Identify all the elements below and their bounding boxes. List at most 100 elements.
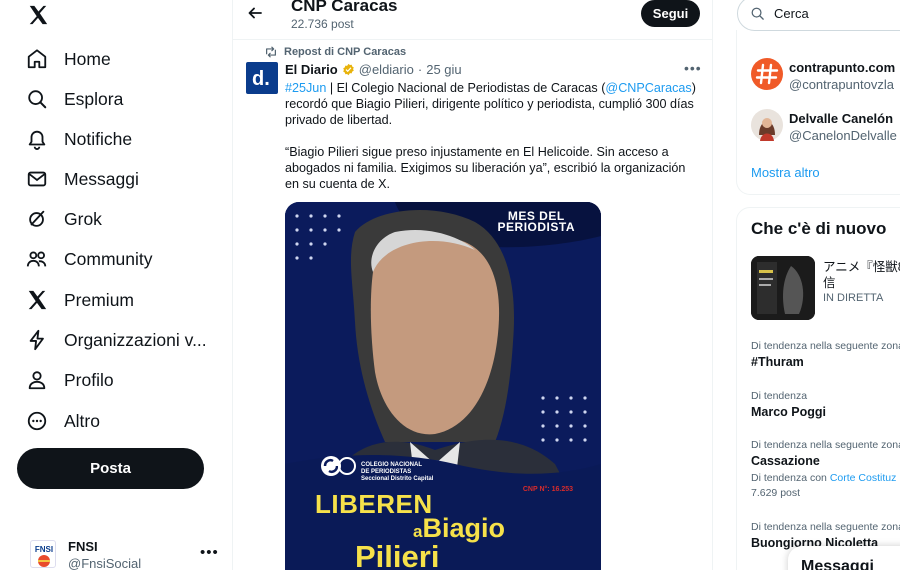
whats-new-title: Che c'è di nuovo [751, 219, 887, 238]
nav-premium[interactable]: Premium [26, 283, 134, 317]
repost-indicator: Repost di CNP Caracas [264, 45, 406, 59]
tweet-author-handle[interactable]: @eldiario [359, 62, 414, 77]
back-arrow-icon[interactable] [247, 5, 263, 21]
nav-notifications-label: Notifiche [64, 128, 133, 149]
more-circle-icon [27, 411, 47, 431]
trend-context: Di tendenza nella seguente zona [751, 340, 900, 352]
account-handle: @FnsiSocial [68, 556, 142, 570]
search-placeholder: Cerca [774, 6, 809, 21]
account-name: FNSI [68, 539, 98, 554]
mention-link[interactable]: @CNPCaracas [605, 81, 691, 95]
poster-banner: MES DEL PERIODISTA [497, 210, 575, 234]
poster-banner-line2: PERIODISTA [497, 220, 575, 234]
grok-icon [29, 210, 45, 227]
tweet-date[interactable]: 25 giu [426, 62, 461, 77]
right-sidebar: Cerca contrapunto.com @contrapuntovzla D… [713, 0, 900, 570]
post-count: 22.736 post [291, 17, 354, 31]
tweet-text: #25Jun | El Colegio Nacional de Periodis… [285, 80, 697, 192]
poster-cnp-number: CNP N°: 16.253 [522, 486, 573, 493]
live-event-title-line1: アニメ『怪獣8 [823, 260, 900, 274]
page-title: CNP Caracas [291, 0, 398, 15]
x-logo-icon[interactable] [26, 4, 50, 26]
trend-context: Di tendenza [751, 390, 808, 402]
nav-profile-label: Profilo [64, 369, 114, 390]
nav-premium-label: Premium [64, 289, 135, 310]
home-icon [27, 49, 47, 69]
hashtag-link[interactable]: #25Jun [285, 81, 326, 95]
avatar-text: FNSI [35, 545, 53, 554]
account-switcher[interactable]: FNSI FNSI @FnsiSocial ••• [26, 536, 226, 570]
envelope-icon [27, 171, 47, 187]
main-column: CNP Caracas 22.736 post Segui Repost di … [232, 0, 713, 570]
tweet-more-icon[interactable]: ••• [684, 60, 702, 76]
trend-related-link[interactable]: Corte Costituz [830, 472, 897, 484]
nav-organizations[interactable]: Organizzazioni v... [26, 323, 207, 357]
nav-explore-label: Esplora [64, 88, 124, 109]
nav-grok-label: Grok [64, 208, 102, 229]
profile-header: CNP Caracas 22.736 post Segui [233, 0, 712, 40]
nav-more[interactable]: Altro [26, 404, 100, 438]
search-icon [751, 7, 764, 20]
verified-badge-icon [342, 63, 354, 76]
follow-button[interactable]: Segui [641, 0, 700, 27]
poster-logo-text: COLEGIO NACIONAL DE PERIODISTAS Secciona… [361, 462, 433, 483]
tweet-paragraph: “Biagio Pilieri sigue preso injustamente… [285, 145, 686, 191]
lightning-icon [29, 329, 44, 351]
who-to-follow-name: contrapunto.com [789, 60, 896, 75]
x-logo-icon [28, 290, 47, 310]
nav-grok[interactable]: Grok [26, 202, 102, 236]
trend-item[interactable]: Di tendenza nella seguente zona Cassazio… [751, 439, 900, 499]
messages-drawer[interactable]: Messaggi [788, 546, 900, 570]
nav-home-label: Home [64, 48, 111, 69]
people-icon [26, 251, 47, 267]
bell-icon [28, 130, 46, 150]
live-status-badge: IN DIRETTA [823, 292, 884, 304]
who-to-follow-name: Delvalle Canelón [789, 111, 894, 126]
live-event-thumbnail[interactable] [751, 256, 815, 320]
live-event-title[interactable]: アニメ『怪獣8 信 [823, 259, 900, 291]
poster-logo-line3: Seccional Distrito Capital [361, 476, 434, 482]
trend-name: Marco Poggi [751, 405, 827, 419]
who-to-follow-handle: @CanelonDelvalle [789, 128, 897, 143]
who-to-follow-item[interactable]: Delvalle Canelón @CanelonDelvalle [751, 109, 900, 149]
nav-home[interactable]: Home [26, 42, 111, 76]
left-sidebar: Home Esplora Notifiche Messaggi Grok Com… [0, 0, 232, 570]
nav-community[interactable]: Community [26, 242, 153, 276]
nav-messages[interactable]: Messaggi [26, 162, 139, 196]
live-event-title-line2: 信 [823, 276, 836, 290]
trend-post-count: 7.629 post [751, 487, 801, 499]
separator-dot: · [417, 62, 423, 77]
nav-notifications[interactable]: Notifiche [26, 122, 132, 156]
repost-label: Repost di CNP Caracas [284, 46, 407, 58]
poster-logo-line2: DE PERIODISTAS [361, 469, 412, 475]
trend-related-prefix: Di tendenza con [751, 472, 830, 484]
show-more-link[interactable]: Mostra altro [751, 165, 820, 180]
trend-item[interactable]: Di tendenza nella seguente zona #Thuram [751, 340, 900, 369]
poster-logo-line1: COLEGIO NACIONAL [361, 462, 422, 468]
whats-new-card: Che c'è di nuovo アニメ『怪獣8 信 IN DIRETTA Di… [736, 207, 900, 570]
nav-explore[interactable]: Esplora [26, 82, 123, 116]
nav-community-label: Community [64, 248, 153, 269]
post-button[interactable]: Posta [17, 448, 204, 489]
more-options-icon[interactable]: ••• [200, 544, 219, 561]
trend-context: Di tendenza nella seguente zona [751, 521, 900, 533]
person-icon [28, 371, 46, 390]
tweet-media-image[interactable]: MES DEL PERIODISTA COLEGIO NACIONAL DE P… [285, 202, 601, 570]
messages-drawer-label: Messaggi [801, 558, 874, 570]
trend-item[interactable]: Di tendenza Marco Poggi [751, 390, 900, 419]
tweet-text-part: | El Colegio Nacional de Periodistas de … [326, 81, 606, 95]
trend-context: Di tendenza nella seguente zona [751, 439, 900, 451]
trend-related: Di tendenza con Corte Costituz [751, 472, 900, 484]
poster-headline-line3: Pilieri [355, 539, 440, 570]
nav-profile[interactable]: Profilo [26, 363, 114, 397]
tweet-author-name[interactable]: El Diario [285, 62, 338, 77]
tweet-header: El Diario @eldiario · 25 giu [285, 62, 462, 77]
who-to-follow-card: contrapunto.com @contrapuntovzla Delvall… [736, 30, 900, 195]
avatar [751, 109, 783, 141]
search-input[interactable]: Cerca [737, 0, 900, 31]
avatar: FNSI [30, 540, 56, 568]
repost-icon [266, 46, 276, 58]
tweet-author-avatar[interactable]: d. [246, 62, 278, 94]
avatar [751, 58, 783, 90]
who-to-follow-item[interactable]: contrapunto.com @contrapuntovzla [751, 58, 900, 98]
